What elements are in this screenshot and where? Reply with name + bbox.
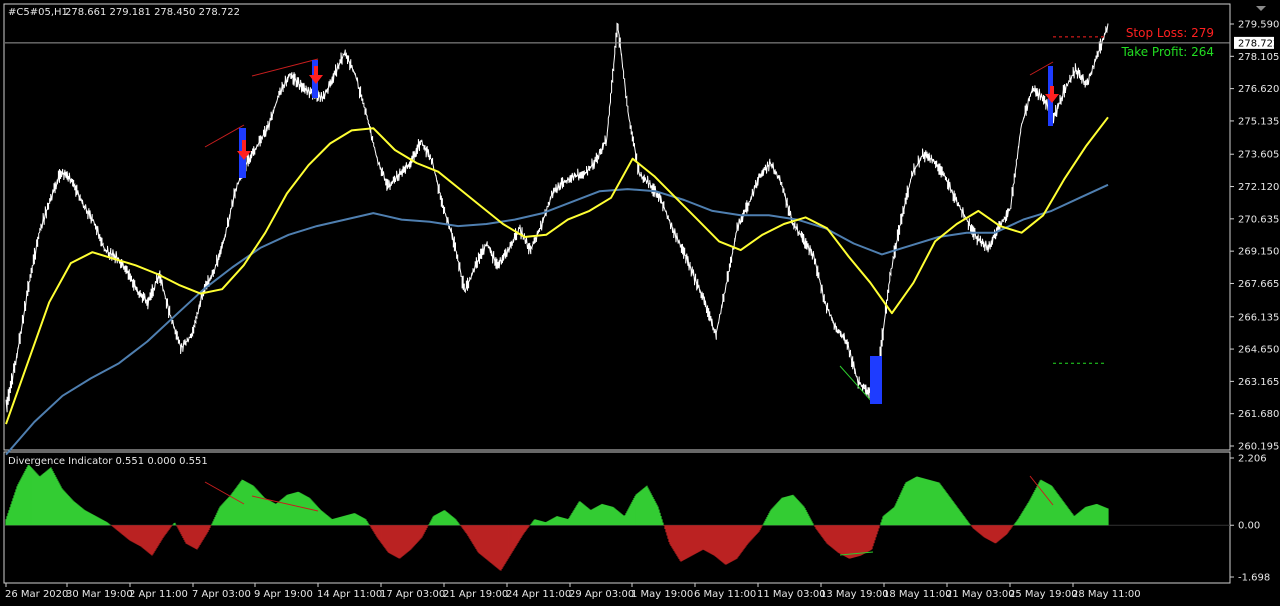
x-tick-label: 1 May 19:00 [631,589,693,600]
y-tick-label: 272.120 [1238,182,1279,193]
y-tick-label: 279.590 [1238,20,1279,31]
current-price-value: 278.722 [1238,38,1279,49]
y-tick-label: 270.635 [1238,214,1279,225]
y-tick-label: 275.135 [1238,116,1279,127]
price-chart[interactable]: 279.590 278.105 276.620 275.135 273.605 272.1… [0,0,1280,606]
signal-bar [870,356,882,404]
stop-loss-label: Stop Loss: 279 [1126,26,1214,40]
y-tick-label: 266.135 [1238,312,1279,323]
y-tick-label: 267.665 [1238,279,1279,290]
y-tick-label: 278.105 [1238,52,1279,63]
x-tick-label: 26 Mar 2020 [5,589,68,600]
indicator-title: Divergence Indicator 0.551 0.000 0.551 [8,456,208,467]
chart-symbol: #C5#05,H1 [8,7,68,18]
y-tick-label: 276.620 [1238,84,1279,95]
x-tick-label: 13 May 19:00 [820,589,889,600]
x-tick-label: 30 Mar 19:00 [66,589,133,600]
osc-tick-label: 2.206 [1238,454,1267,465]
x-tick-label: 29 Apr 03:00 [569,589,634,600]
x-tick-label: 9 Apr 19:00 [254,589,313,600]
x-tick-label: 6 May 11:00 [694,589,756,600]
x-tick-label: 7 Apr 03:00 [192,589,251,600]
y-tick-label: 260.195 [1238,442,1279,453]
y-tick-label: 261.680 [1238,409,1279,420]
y-tick-label: 269.150 [1238,247,1279,258]
x-tick-label: 11 May 03:00 [757,589,826,600]
x-tick-label: 21 May 03:00 [946,589,1015,600]
x-tick-label: 14 Apr 11:00 [317,589,382,600]
x-tick-label: 25 May 19:00 [1009,589,1078,600]
y-tick-label: 273.605 [1238,150,1279,161]
take-profit-label: Take Profit: 264 [1121,45,1214,59]
x-tick-label: 21 Apr 19:00 [443,589,508,600]
y-tick-label: 263.165 [1238,377,1279,388]
x-tick-label: 2 Apr 11:00 [129,589,188,600]
osc-tick-label: 0.00 [1238,521,1260,532]
chart-ohlc: 278.661 279.181 278.450 278.722 [65,7,240,18]
osc-tick-label: -1.698 [1238,573,1270,584]
x-tick-label: 28 May 11:00 [1072,589,1141,600]
x-tick-label: 17 Apr 03:00 [380,589,445,600]
y-tick-label: 264.650 [1238,345,1279,356]
x-tick-label: 24 Apr 11:00 [506,589,571,600]
x-tick-label: 18 May 11:00 [883,589,952,600]
